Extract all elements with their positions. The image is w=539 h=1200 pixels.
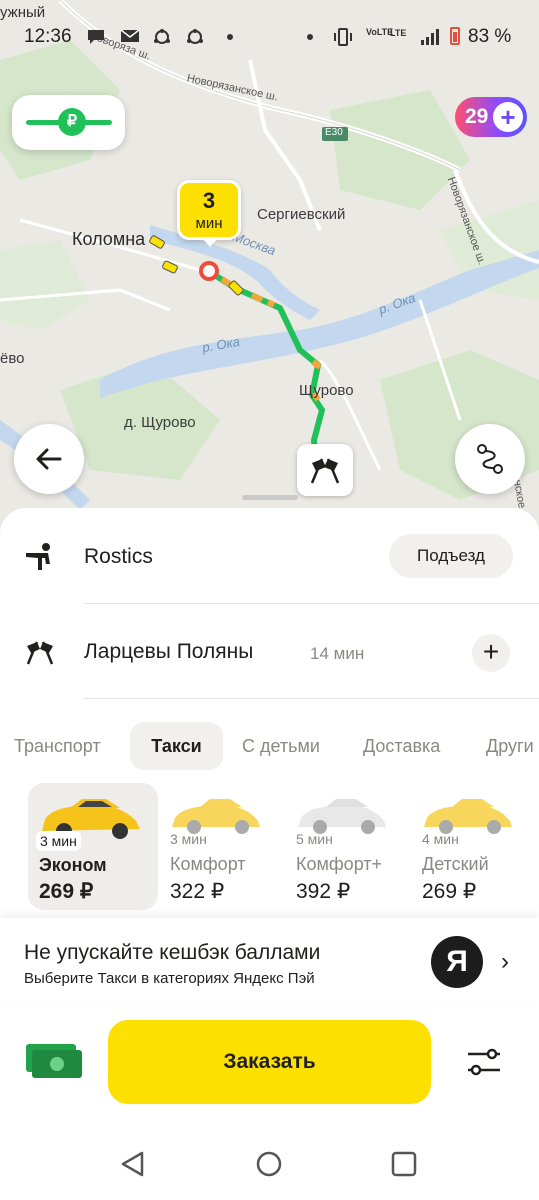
signal-icon <box>420 28 442 50</box>
status-time: 12:36 <box>24 26 72 47</box>
promo-title: Не упускайте кешбэк баллами <box>24 941 321 964</box>
tariff-card-comfort[interactable]: 3 мин Комфорт 322 ₽ <box>160 783 290 910</box>
route-overview-button[interactable] <box>455 424 525 494</box>
tab-other[interactable]: Други <box>486 722 534 770</box>
chat-icon <box>86 28 108 50</box>
destination-marker <box>297 444 353 496</box>
cashback-promo-banner[interactable]: Не упускайте кешбэк баллами Выберите Так… <box>0 918 539 1006</box>
vibrate-icon <box>332 28 354 50</box>
pickup-eta-value: 3 <box>202 188 216 213</box>
tariff-name: Эконом <box>39 855 107 875</box>
tab-transport[interactable]: Транспорт <box>14 722 101 770</box>
tariff-name: Комфорт+ <box>296 854 383 874</box>
battery-percent: 83 % <box>468 26 512 47</box>
price-indicator-button[interactable]: ₽ <box>12 95 125 150</box>
finish-flags-icon <box>24 638 56 671</box>
mail-icon <box>120 28 140 48</box>
divider <box>84 698 539 699</box>
lte-label: LTE <box>390 28 407 38</box>
sliders-icon <box>468 1048 500 1076</box>
plus-icon: + <box>493 102 523 132</box>
sheet-grabber[interactable] <box>242 495 298 500</box>
home-circle-icon[interactable] <box>255 1150 285 1180</box>
entrance-button[interactable]: Подъезд <box>389 534 513 578</box>
order-options-button[interactable] <box>464 1044 504 1080</box>
tariff-price: 322 ₽ <box>170 880 225 903</box>
sync-icon <box>152 28 172 50</box>
tariff-price: 392 ₽ <box>296 880 351 903</box>
chevron-right-icon: › <box>501 948 509 975</box>
person-pickup-icon <box>24 542 60 577</box>
system-navigation-bar <box>0 1125 539 1200</box>
tariff-eta: 3 мин <box>36 831 81 851</box>
tariff-card-economy[interactable]: 3 мин Эконом 269 ₽ <box>28 783 158 910</box>
arrow-left-icon <box>36 448 62 470</box>
place-label-left-edge: ёво <box>0 350 25 367</box>
place-label-shchurovo: Щурово <box>299 382 354 399</box>
tab-taxi[interactable]: Такси <box>130 722 223 770</box>
battery-icon <box>450 27 460 45</box>
road-badge-e30: E30 <box>325 127 343 138</box>
tariff-eta: 3 мин <box>170 831 207 847</box>
cash-icon <box>26 1044 82 1078</box>
yandex-logo-icon: Я <box>431 936 483 988</box>
order-button[interactable]: Заказать <box>108 1020 431 1104</box>
pickup-address: Rostics <box>84 545 153 568</box>
finish-flags-icon <box>310 458 340 484</box>
map-view[interactable]: Коломна Сергиевский Щурово д. Щурово р. … <box>0 0 539 560</box>
status-bar: ужный 12:36 VoLTE LTE 83 % <box>0 4 539 56</box>
tariff-price: 269 ₽ <box>39 880 94 903</box>
destination-row[interactable]: Ларцевы Поляны <box>0 626 539 682</box>
place-label-sergievsky: Сергиевский <box>257 206 346 223</box>
tariff-card-comfort-plus[interactable]: 5 мин Комфорт+ 392 ₽ <box>286 783 416 910</box>
destination-travel-time: 14 мин <box>310 644 365 663</box>
city-label-kolomna: Коломна <box>72 229 146 249</box>
recents-square-icon[interactable] <box>390 1150 420 1180</box>
destination-address: Ларцевы Поляны <box>84 640 254 663</box>
tariff-eta: 5 мин <box>296 831 333 847</box>
divider <box>84 603 539 604</box>
tab-with-kids[interactable]: С детьми <box>242 722 320 770</box>
sync-icon-2 <box>185 28 205 50</box>
eta-bubble-tail <box>202 238 218 247</box>
promo-subtitle: Выберите Такси в категориях Яндекс Пэй <box>24 970 315 987</box>
map-background <box>0 0 539 510</box>
back-triangle-icon[interactable] <box>118 1149 148 1179</box>
tab-delivery[interactable]: Доставка <box>363 722 440 770</box>
pickup-eta-bubble: 3 мин <box>177 180 241 240</box>
tariff-name: Комфорт <box>170 854 246 874</box>
add-stop-button[interactable]: + <box>472 634 510 672</box>
ruble-icon: ₽ <box>58 108 86 136</box>
dot-icon-2 <box>306 28 314 50</box>
tariff-card-kids[interactable]: 4 мин Детский 269 ₽ <box>412 783 539 910</box>
tariff-eta: 4 мин <box>422 831 459 847</box>
tariff-name: Детский <box>422 854 489 874</box>
dot-icon <box>226 28 234 50</box>
category-tabs: Транспорт Такси С детьми Доставка Други <box>0 722 539 772</box>
plus-points-count: 29 <box>465 105 489 128</box>
plus-points-badge[interactable]: 29 + <box>455 97 527 137</box>
status-text-left: ужный <box>0 4 46 21</box>
route-icon <box>477 444 503 474</box>
tariff-price: 269 ₽ <box>422 880 477 903</box>
place-label-d-shchurovo: д. Щурово <box>124 414 196 431</box>
pickup-eta-unit: мин <box>195 215 223 232</box>
payment-method-button[interactable] <box>24 1040 84 1084</box>
back-button[interactable] <box>14 424 84 494</box>
